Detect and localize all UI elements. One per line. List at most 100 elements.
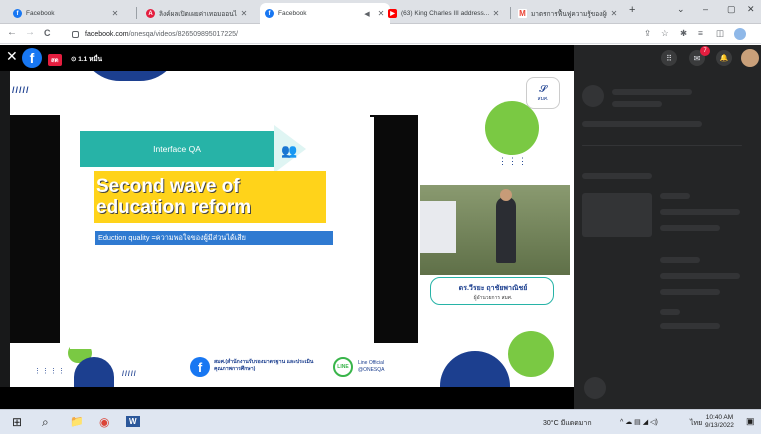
video-header: ✕ f สด ⊙ 1.1 หมื่น: [0, 45, 574, 71]
video-bottom-bar: [0, 387, 574, 409]
skeleton-avatar: [584, 377, 606, 399]
people-icon: 👥: [281, 143, 298, 158]
language-indicator[interactable]: ไทย: [690, 418, 702, 429]
lock-icon: [72, 30, 79, 38]
tab-title: (63) King Charles III address...: [401, 10, 489, 17]
logo-mark: 𝓢: [539, 83, 547, 95]
tab-title: ลิงค์ผลเปิดเผยค่าเทอมออนไลน์ ว...: [159, 10, 237, 18]
headline-line-1: Second wave of: [96, 176, 240, 197]
tab-separator: [510, 7, 511, 19]
clock[interactable]: 10:40 AM 9/13/2022: [705, 414, 734, 430]
skeleton-line: [660, 273, 740, 279]
windows-start-icon[interactable]: ⊞: [12, 415, 22, 429]
close-icon[interactable]: ✕: [492, 9, 500, 18]
footer-fb-text: สมศ.(สำนักงานรับรองมาตรฐาน และประเมินคุณ…: [214, 359, 314, 372]
slash-decor-bottom: /////: [122, 371, 137, 378]
close-video-icon[interactable]: ✕: [6, 48, 18, 65]
word-icon[interactable]: W: [126, 416, 140, 427]
ads-icon: A: [146, 9, 155, 18]
tab-gmail[interactable]: M มาตรการฟื้นฟูความรู้ของผู้เรียนเนื่...…: [513, 3, 623, 24]
playlist-icon[interactable]: ≡: [698, 28, 703, 38]
facebook-icon: f: [265, 9, 274, 18]
tab-youtube[interactable]: ▶ (63) King Charles III address... ✕: [383, 3, 505, 24]
logo-text: สมศ.: [537, 95, 549, 102]
slide-headline: Second wave of education reform: [96, 176, 336, 218]
speaker-title: ผู้อำนวยการ สมศ.: [473, 295, 513, 301]
user-avatar[interactable]: [741, 49, 759, 67]
live-badge: สด: [48, 54, 62, 66]
forward-button[interactable]: →: [25, 27, 35, 38]
close-icon[interactable]: ✕: [111, 9, 119, 18]
speaker-camera: [420, 185, 570, 275]
search-icon[interactable]: ⌕: [42, 415, 49, 430]
bell-icon[interactable]: 🔔: [716, 50, 732, 66]
speaker-name: ดร.วีรยะ ฤาชัยพาณิชย์: [458, 285, 528, 292]
speaker-namecard: ดร.วีรยะ ฤาชัยพาณิชย์ ผู้อำนวยการ สมศ.: [430, 277, 554, 305]
file-explorer-icon[interactable]: 📁: [70, 415, 84, 428]
decor-navy-left: [74, 357, 114, 387]
facebook-video-page: ✕ f สด ⊙ 1.1 หมื่น ⠿ ✉ 7 🔔 ///// ⋮⋮⋮⋮ //…: [0, 45, 761, 409]
tab-search-icon[interactable]: ⌄: [677, 4, 685, 15]
reload-button[interactable]: C: [44, 28, 51, 38]
skeleton-block: [582, 193, 652, 237]
headline-line-2: education reform: [96, 197, 252, 218]
star-icon[interactable]: ☆: [661, 28, 669, 39]
share-icon[interactable]: ⇪: [644, 28, 651, 39]
clock-time: 10:40 AM: [705, 414, 734, 421]
back-button[interactable]: ←: [7, 27, 17, 38]
apps-menu-icon[interactable]: ⠿: [661, 50, 677, 66]
tab-facebook-1[interactable]: f Facebook ✕: [8, 3, 124, 24]
url-path: /onesqa/videos/826509895017225/: [128, 30, 238, 38]
decor-navy-top: [80, 71, 180, 81]
minimize-button[interactable]: –: [703, 4, 708, 14]
side-panel-icon[interactable]: ◫: [716, 28, 724, 39]
decor-green-top: [485, 101, 539, 155]
address-bar[interactable]: facebook.com/onesqa/videos/8265098950172…: [72, 26, 628, 42]
tab-title: Facebook: [278, 10, 307, 17]
divider: [582, 145, 742, 146]
chrome-icon[interactable]: ◉: [99, 415, 109, 429]
notification-badge: 7: [700, 46, 710, 56]
browser-toolbar: ← → C facebook.com/onesqa/videos/8265098…: [0, 24, 761, 44]
windows-taskbar: ⊞ ⌕ 📁 ◉ W 30°C มีแดดมาก ^ ☁ ▤ ◢ ◁) ไทย 1…: [0, 409, 761, 434]
topic-banner: Interface QA: [80, 131, 274, 167]
skeleton-line: [660, 257, 700, 263]
profile-avatar[interactable]: [734, 28, 746, 40]
skeleton-line: [612, 101, 662, 107]
video-frame[interactable]: ///// ⋮⋮⋮⋮ ///// ⋮⋮⋮ Interface QA 👥 Seco…: [10, 71, 574, 387]
footer-line-text: Line Official @ONESQA: [358, 360, 385, 373]
weather-widget[interactable]: 30°C มีแดดมาก: [543, 418, 592, 429]
tab-ads[interactable]: A ลิงค์ผลเปิดเผยค่าเทอมออนไลน์ ว... ✕: [141, 3, 253, 24]
skeleton-line: [612, 89, 692, 95]
extensions-icon[interactable]: ✱: [680, 28, 687, 39]
notification-center-icon[interactable]: ▣: [746, 416, 755, 427]
tray-icons[interactable]: ^ ☁ ▤ ◢ ◁): [620, 418, 658, 426]
decor-navy-bottom: [440, 351, 510, 387]
slide-subtitle: Eduction quality =ความพอใจของผู้มีส่วนได…: [95, 231, 333, 245]
projector-screen: [420, 201, 456, 253]
speaker-head: [500, 189, 512, 201]
close-icon[interactable]: ✕: [610, 9, 618, 18]
skeleton-line: [660, 309, 680, 315]
audio-icon[interactable]: ◀: [363, 10, 371, 18]
skeleton-line: [660, 193, 690, 199]
facebook-footer-icon: f: [190, 357, 210, 377]
line-icon: LINE: [333, 357, 353, 377]
gmail-icon: M: [518, 9, 527, 18]
close-icon[interactable]: ✕: [240, 9, 248, 18]
facebook-icon: f: [13, 9, 22, 18]
url-host: facebook.com: [85, 30, 129, 38]
dots-decor: ⋮⋮⋮⋮: [34, 368, 66, 375]
black-bar-right: [370, 115, 418, 343]
new-tab-button[interactable]: +: [629, 4, 635, 16]
close-window-button[interactable]: ✕: [747, 4, 755, 15]
maximize-button[interactable]: ▢: [727, 4, 736, 15]
skeleton-line: [660, 323, 720, 329]
skeleton-line: [582, 121, 702, 127]
skeleton-line: [660, 289, 720, 295]
dots-decor-right: ⋮⋮⋮: [498, 156, 528, 166]
speaker-figure: [496, 197, 516, 263]
facebook-logo[interactable]: f: [22, 48, 42, 68]
black-bar-left: [10, 115, 60, 343]
tab-facebook-active[interactable]: f Facebook ◀ ✕: [260, 3, 390, 24]
